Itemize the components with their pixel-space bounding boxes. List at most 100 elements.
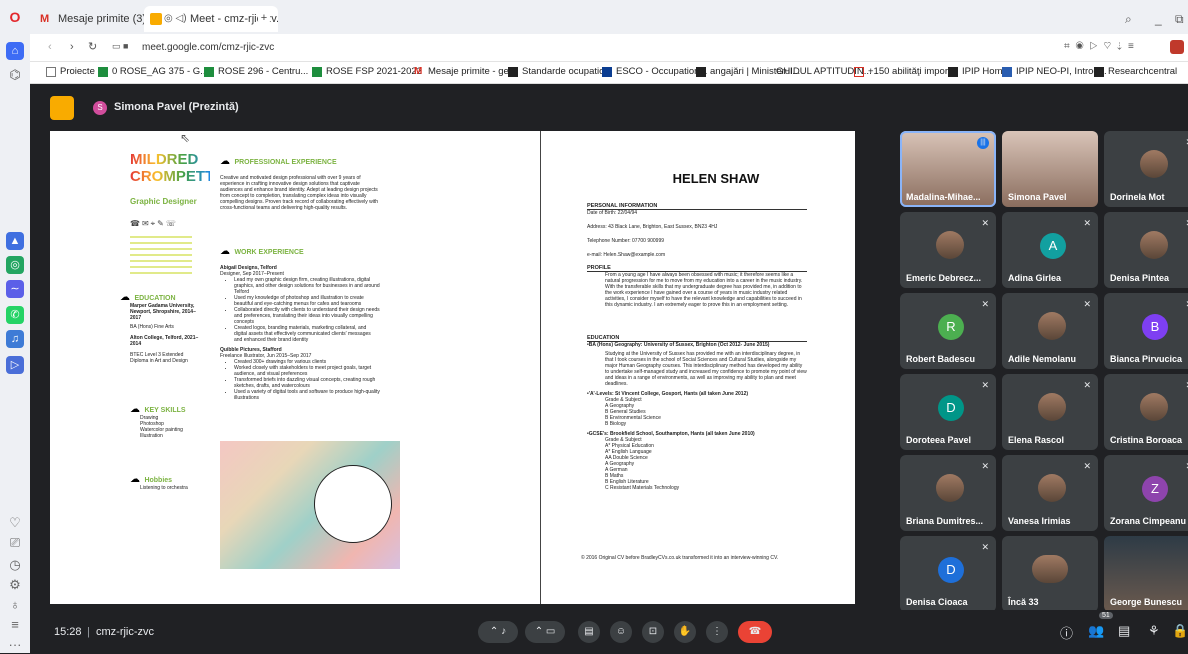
participant-tile[interactable]: ✕ Vanesa Irimias <box>1002 455 1098 531</box>
participant-tile[interactable]: D ✕ Denisa Cioaca <box>900 536 996 612</box>
snapshot-icon[interactable]: ⎚ <box>6 534 24 552</box>
participant-tile[interactable]: ✕ Briana Dumitres... <box>900 455 996 531</box>
reload-button[interactable]: ↻ <box>88 40 97 53</box>
participant-avatar <box>1038 312 1066 340</box>
meet-favicon-icon <box>150 13 162 25</box>
messenger-icon[interactable]: ∼ <box>6 280 24 298</box>
presenting-icon[interactable] <box>50 96 74 120</box>
participant-name: Madalina-Mihae... <box>906 192 981 202</box>
participant-name: Simona Pavel <box>1008 192 1067 202</box>
present-icon: ⊡ <box>648 626 658 637</box>
bookmark-item[interactable]: Standarde ocupatio... <box>508 66 612 77</box>
minimize-button[interactable]: _ <box>1155 12 1162 26</box>
captions-icon: ▤ <box>584 626 594 637</box>
chat-icon[interactable]: ▤ <box>1118 623 1130 639</box>
raise-hand-button[interactable]: ✋ <box>674 621 696 643</box>
tab-bar: M Mesaje primite (3) - georg... ◎ ◁) Mee… <box>30 0 1188 34</box>
filter-icon[interactable]: ≡ <box>6 616 24 634</box>
history-icon[interactable]: ◷ <box>6 556 24 574</box>
shared-screen: MILDRED CROMPETT Graphic Designer ☎✉⌖✎☏ … <box>50 131 891 604</box>
briefcase-icon[interactable]: ⌬ <box>6 66 24 84</box>
settings-gear-icon[interactable]: ⚙ <box>6 576 24 594</box>
doc-margin <box>855 131 891 604</box>
heart-icon[interactable]: ♡ <box>6 514 24 532</box>
more-options-button[interactable]: ⋮ <box>706 621 728 643</box>
participant-tile[interactable]: ✕ Emeric Debrecz... <box>900 212 996 288</box>
participant-tile[interactable]: A ✕ Adina Girlea <box>1002 212 1098 288</box>
bookmark-item[interactable]: M Mesaje primite - ge... <box>414 66 517 77</box>
participant-tile[interactable]: Z✕Zorana Cimpeanu <box>1104 455 1188 531</box>
participant-tile[interactable]: ✕Dorinela Mot <box>1104 131 1188 207</box>
bookmark-item[interactable]: 0 ROSE_AG 375 - G... <box>98 66 208 77</box>
bookmark-item[interactable]: Proiecte <box>46 66 95 77</box>
mic-muted-icon: ✕ <box>981 542 989 552</box>
participant-tile[interactable]: B✕Bianca Pirvucica <box>1104 293 1188 369</box>
camera-button[interactable]: ⌃ ▭ <box>525 621 565 643</box>
opera-logo-icon[interactable]: O <box>6 8 24 26</box>
mic-muted-icon: ✕ <box>1083 218 1091 228</box>
url-field[interactable]: meet.google.com/cmz-rjic-zvc <box>142 42 274 53</box>
app-icon <box>854 67 864 77</box>
meeting-time: 15:28 <box>54 626 82 638</box>
participant-tile[interactable]: ||| Madalina-Mihae... <box>900 131 996 207</box>
present-button[interactable]: ⊡ <box>642 621 664 643</box>
mic-muted-icon: ✕ <box>1083 299 1091 309</box>
app-icon[interactable]: ▲ <box>6 232 24 250</box>
search-tabs-icon[interactable]: ⌕ <box>1125 12 1132 27</box>
participant-tile[interactable]: ✕Cristina Boroaca <box>1104 374 1188 450</box>
bookmark-item[interactable]: Researchcentral <box>1094 66 1177 77</box>
music-app-icon[interactable]: ♫ <box>6 330 24 348</box>
participant-avatar: R <box>938 314 964 340</box>
tab-audio-icon[interactable]: ◎ ◁) <box>164 6 187 32</box>
participant-name: Denisa Pintea <box>1110 273 1170 283</box>
bookmark-item[interactable]: +150 abilităţi impor... <box>854 66 955 77</box>
bookmark-item[interactable]: IPIP NEO-PI, Introd... <box>1002 66 1107 77</box>
bookmark-item[interactable]: ROSE FSP 2021-2022 <box>312 66 422 77</box>
restore-button[interactable]: ⧉ <box>1175 12 1184 27</box>
participant-tile[interactable]: R ✕ Robert Badescu <box>900 293 996 369</box>
participant-tile[interactable]: Încă 33 <box>1002 536 1098 612</box>
info-icon[interactable]: ⓘ <box>1060 623 1073 642</box>
participant-tile[interactable]: Simona Pavel <box>1002 131 1098 207</box>
tab-gmail[interactable]: M Mesaje primite (3) - georg... <box>34 6 162 32</box>
personal-info: PERSONAL INFORMATION Date of Birth: 22/0… <box>587 203 807 258</box>
captions-button[interactable]: ▤ <box>578 621 600 643</box>
people-icon[interactable]: 👥 <box>1088 623 1104 639</box>
emoji-button[interactable]: ☺ <box>610 621 632 643</box>
speaking-indicator-icon: ||| <box>977 137 989 149</box>
bulb-icon[interactable]: ♁ <box>6 596 24 614</box>
participant-tile[interactable]: ✕ Elena Rascol <box>1002 374 1098 450</box>
activities-icon[interactable]: ⚘ <box>1148 623 1160 639</box>
back-button[interactable]: ‹ <box>48 41 52 53</box>
address-tools-icon[interactable]: ⌗◉▷♡⇣≡ <box>1064 41 1140 52</box>
participant-avatar <box>1038 474 1066 502</box>
participant-avatar <box>936 231 964 259</box>
participant-name: Încă 33 <box>1008 597 1039 607</box>
participant-name: Doroteea Pavel <box>906 435 972 445</box>
whatsapp-icon[interactable]: ✆ <box>6 306 24 324</box>
participant-tile[interactable]: ✕Denisa Pintea <box>1104 212 1188 288</box>
contact-icons: ☎✉⌖✎☏ <box>130 219 178 228</box>
participant-tile[interactable]: George Bunescu <box>1104 536 1188 612</box>
lock-icon[interactable]: 🔒 <box>1172 623 1188 639</box>
mic-muted-icon: ✕ <box>981 299 989 309</box>
end-call-button[interactable]: ☎ <box>738 621 772 643</box>
more-icon[interactable]: ··· <box>6 636 24 654</box>
forward-button[interactable]: › <box>70 41 74 53</box>
workspace-icon[interactable]: ⌂ <box>6 42 24 60</box>
participant-name: Adina Girlea <box>1008 273 1062 283</box>
participant-avatar <box>1140 393 1168 421</box>
meeting-code: cmz-rjic-zvc <box>96 626 155 638</box>
new-tab-button[interactable]: + <box>258 12 270 24</box>
profile-icon[interactable] <box>1170 40 1184 54</box>
participant-tile[interactable]: D ✕ Doroteea Pavel <box>900 374 996 450</box>
bookmark-item[interactable]: ROSE 296 - Centru... <box>204 66 308 77</box>
bookmark-item[interactable]: IPIP Home <box>948 66 1008 77</box>
player-app-icon[interactable]: ▷ <box>6 356 24 374</box>
chat-app-icon[interactable]: ◎ <box>6 256 24 274</box>
lock-icon: ▭ ■ <box>112 41 129 51</box>
mic-button[interactable]: ⌃ ♪ <box>478 621 518 643</box>
bookmark-item[interactable]: ESCO - Occupation... <box>602 66 707 77</box>
participant-tile[interactable]: ✕ Adile Nemolanu <box>1002 293 1098 369</box>
participant-name: Denisa Cioaca <box>906 597 968 607</box>
